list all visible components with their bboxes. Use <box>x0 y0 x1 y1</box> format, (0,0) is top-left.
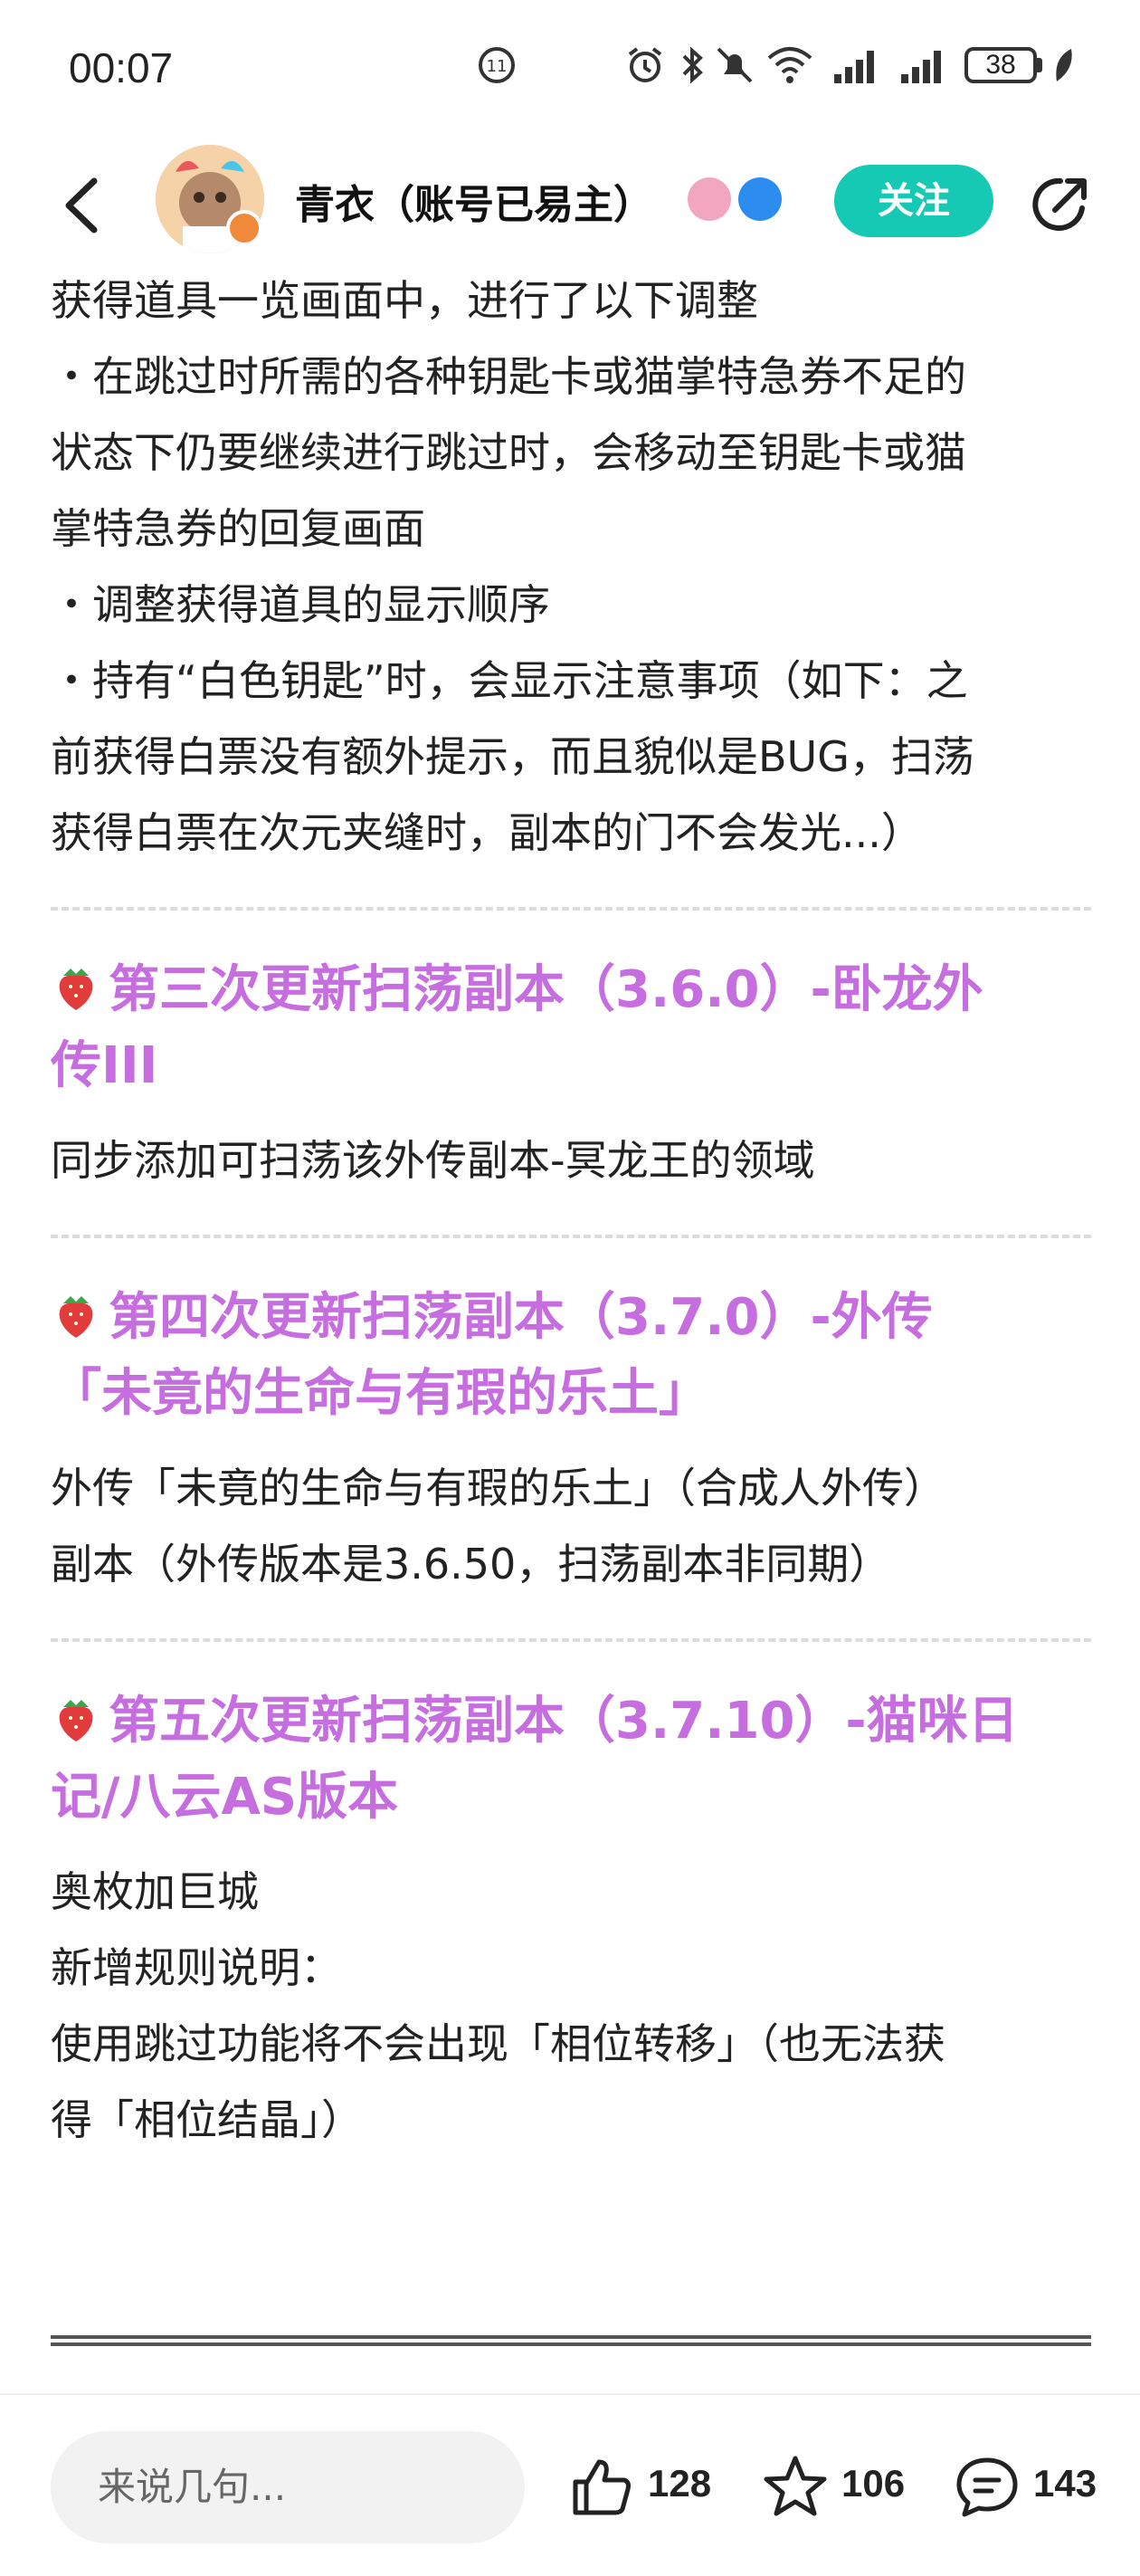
comment-bubble-icon <box>956 2457 1018 2517</box>
section-title-line: 第四次更新扫荡副本（3.7.0）-外传 <box>109 1288 933 1347</box>
app-notification-icon: 11 <box>479 47 515 83</box>
alarm-icon <box>628 47 662 82</box>
article-body: 获得道具一览画面中，进行了以下调整 ・在跳过时所需的各种钥匙卡或猫掌特急券不足的… <box>51 262 1091 2158</box>
battery-tip <box>1037 58 1042 72</box>
section-title-line: 第五次更新扫荡副本（3.7.10）-猫咪日 <box>109 1692 1019 1751</box>
text-line: 得「相位结晶」） <box>51 2095 363 2144</box>
text-line: ・调整获得道具的显示顺序 <box>51 580 550 629</box>
article-end-divider <box>51 2335 1091 2346</box>
text-line: 掌特急券的回复画面 <box>51 504 425 553</box>
mute-icon <box>717 47 753 83</box>
wifi-icon <box>767 47 812 83</box>
leaf-icon <box>1056 49 1072 81</box>
section-body: 同步添加可扫荡该外传副本-冥龙王的领域 <box>51 1122 1091 1198</box>
text-line: 同步添加可扫荡该外传副本-冥龙王的领域 <box>51 1136 815 1185</box>
text-line: 状态下仍要继续进行跳过时，会移动至钥匙卡或猫 <box>51 428 966 477</box>
bluetooth-icon <box>682 46 703 84</box>
author-name[interactable]: 青衣（账号已易主） <box>295 172 653 230</box>
section-title-line: 「未竟的生命与有瑕的乐土」 <box>51 1364 709 1423</box>
section-title: 第五次更新扫荡副本（3.7.10）-猫咪日 记/八云AS版本 <box>51 1684 1091 1836</box>
section-body: 奥枚加巨城 新增规则说明： 使用跳过功能将不会出现「相位转移」（也无法获 得「相… <box>51 1854 1091 2158</box>
post-header: 青衣（账号已易主） 关注 <box>0 145 1140 262</box>
text-line: 副本（外传版本是3.6.50，扫荡副本非同期） <box>51 1540 891 1589</box>
star-icon <box>764 2456 827 2516</box>
text-line: 获得白票在次元夹缝时，副本的门不会发光...） <box>51 808 923 857</box>
section-title-line: 第三次更新扫荡副本（3.6.0）-卧龙外 <box>109 960 983 1019</box>
level-badge-icon <box>688 177 731 221</box>
svg-text:11: 11 <box>487 57 508 76</box>
comment-count: 143 <box>1033 2462 1097 2504</box>
follow-button[interactable]: 关注 <box>834 165 993 237</box>
avatar-badge-icon <box>226 210 262 246</box>
thumbs-up-icon <box>573 2459 631 2515</box>
like-count: 128 <box>648 2462 712 2504</box>
favorite-count: 106 <box>841 2462 906 2504</box>
comment-input[interactable]: 来说几句... <box>51 2431 525 2543</box>
text-line: 新增规则说明： <box>51 1943 342 1992</box>
text-line: ・在跳过时所需的各种钥匙卡或猫掌特急券不足的 <box>51 352 966 401</box>
comment-button[interactable]: 143 <box>954 2453 1107 2525</box>
text-line: 前获得白票没有额外提示，而且貌似是BUG，扫荡 <box>51 732 974 781</box>
text-line: 外传「未竟的生命与有瑕的乐土」（合成人外传） <box>51 1464 945 1512</box>
section-divider <box>51 907 1091 911</box>
share-icon[interactable] <box>1028 172 1093 237</box>
strawberry-icon <box>59 968 93 1010</box>
text-line: 奥枚加巨城 <box>51 1867 259 1916</box>
like-button[interactable]: 128 <box>568 2453 722 2525</box>
verified-badge-icon <box>738 177 782 221</box>
section-body: 外传「未竟的生命与有瑕的乐土」（合成人外传） 副本（外传版本是3.6.50，扫荡… <box>51 1450 1091 1602</box>
signal-icon <box>901 51 941 83</box>
back-arrow-icon[interactable] <box>56 174 110 237</box>
status-bar: 00:07 11 38 <box>0 0 1140 136</box>
section-title: 第三次更新扫荡副本（3.6.0）-卧龙外 传III <box>51 952 1091 1104</box>
text-line: 获得道具一览画面中，进行了以下调整 <box>51 276 758 325</box>
strawberry-icon <box>59 1700 93 1741</box>
signal-icon <box>834 51 874 83</box>
strawberry-icon <box>59 1296 93 1338</box>
intro-paragraph: 获得道具一览画面中，进行了以下调整 ・在跳过时所需的各种钥匙卡或猫掌特急券不足的… <box>51 262 1091 871</box>
status-time: 00:07 <box>69 44 174 91</box>
section-title-line: 传III <box>51 1036 158 1095</box>
battery-icon: 38 <box>964 47 1037 83</box>
section-title-line: 记/八云AS版本 <box>51 1768 399 1827</box>
section-divider <box>51 1638 1091 1642</box>
section-title: 第四次更新扫荡副本（3.7.0）-外传 「未竟的生命与有瑕的乐土」 <box>51 1280 1091 1432</box>
section-divider <box>51 1235 1091 1238</box>
favorite-button[interactable]: 106 <box>762 2453 916 2525</box>
text-line: 使用跳过功能将不会出现「相位转移」（也无法获 <box>51 2019 945 2068</box>
bottom-action-bar: 来说几句... 128 106 143 <box>0 2393 1140 2576</box>
text-line: ・持有“白色钥匙”时，会显示注意事项（如下：之 <box>51 656 968 705</box>
